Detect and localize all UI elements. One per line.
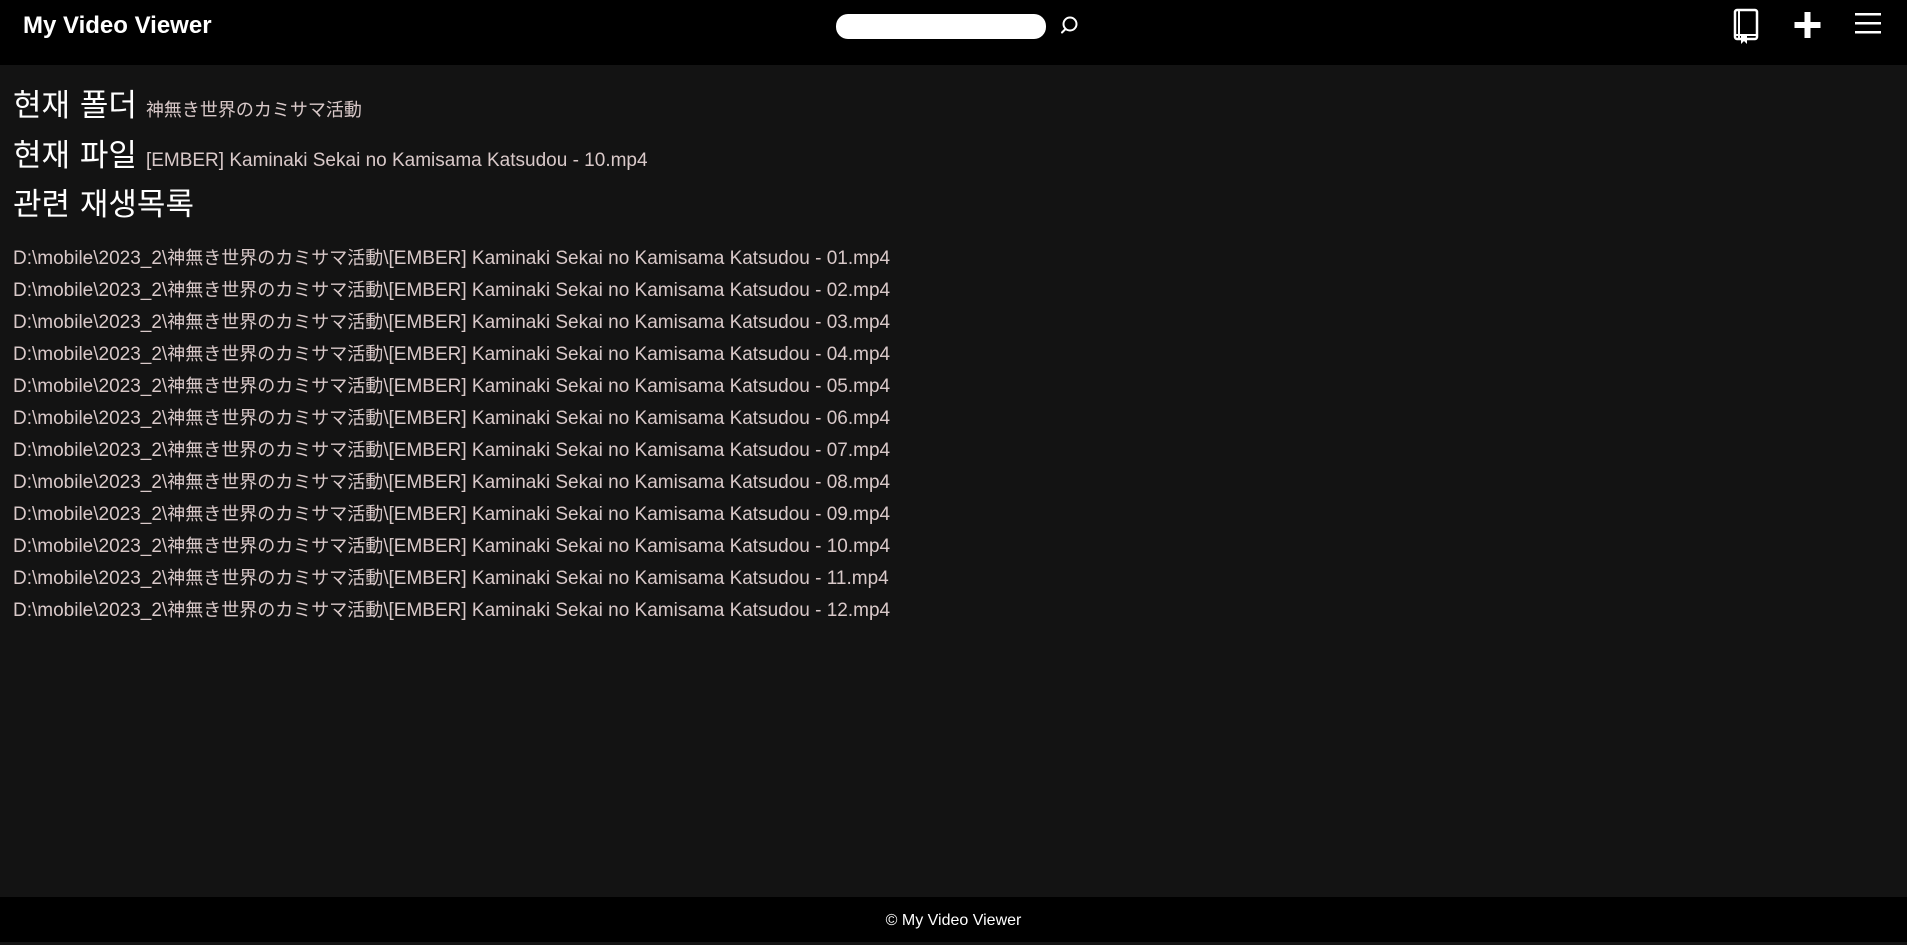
current-file-label: 현재 파일: [13, 138, 137, 174]
brand-link[interactable]: My Video Viewer: [23, 12, 212, 40]
playlist-item-file: \[EMBER] Kaminaki Sekai no Kamisama Kats…: [383, 408, 891, 429]
playlist-item-file: \[EMBER] Kaminaki Sekai no Kamisama Kats…: [383, 440, 891, 461]
playlist-item-folder: 神無き世界のカミサマ活動: [167, 376, 384, 397]
search-input[interactable]: [836, 14, 1046, 39]
main-content: 현재 폴더 神無き世界のカミサマ活動 현재 파일 [EMBER] Kaminak…: [13, 80, 1893, 621]
playlist-item-file: \[EMBER] Kaminaki Sekai no Kamisama Kats…: [383, 600, 891, 621]
plus-icon[interactable]: [1790, 6, 1826, 46]
bookmark-book-icon[interactable]: [1728, 6, 1764, 46]
playlist-item-file: \[EMBER] Kaminaki Sekai no Kamisama Kats…: [383, 376, 891, 397]
playlist-item-prefix: D:\mobile\2023_2\: [13, 504, 168, 525]
playlist-item-prefix: D:\mobile\2023_2\: [13, 568, 168, 589]
playlist-item-prefix: D:\mobile\2023_2\: [13, 376, 168, 397]
footer: © My Video Viewer: [0, 897, 1907, 942]
playlist-item-folder: 神無き世界のカミサマ活動: [167, 440, 384, 461]
playlist-item-prefix: D:\mobile\2023_2\: [13, 600, 168, 621]
playlist-item-file: \[EMBER] Kaminaki Sekai no Kamisama Kats…: [383, 344, 891, 365]
playlist-item[interactable]: D:\mobile\2023_2\神無き世界のカミサマ活動\[EMBER] Ka…: [13, 275, 890, 307]
playlist-item-prefix: D:\mobile\2023_2\: [13, 536, 168, 557]
playlist-item[interactable]: D:\mobile\2023_2\神無き世界のカミサマ活動\[EMBER] Ka…: [13, 307, 890, 339]
playlist-item[interactable]: D:\mobile\2023_2\神無き世界のカミサマ活動\[EMBER] Ka…: [13, 467, 890, 499]
playlist-item-file: \[EMBER] Kaminaki Sekai no Kamisama Kats…: [383, 312, 891, 333]
playlist-item-folder: 神無き世界のカミサマ活動: [167, 472, 384, 493]
playlist-item-file: \[EMBER] Kaminaki Sekai no Kamisama Kats…: [383, 248, 891, 269]
playlist-item[interactable]: D:\mobile\2023_2\神無き世界のカミサマ活動\[EMBER] Ka…: [13, 563, 890, 595]
search-icon[interactable]: [1058, 13, 1084, 39]
playlist-item-folder: 神無き世界のカミサマ活動: [167, 504, 384, 525]
hamburger-menu-icon[interactable]: [1850, 6, 1886, 46]
playlist-item-prefix: D:\mobile\2023_2\: [13, 440, 168, 461]
playlist-item[interactable]: D:\mobile\2023_2\神無き世界のカミサマ活動\[EMBER] Ka…: [13, 435, 890, 467]
playlist-item[interactable]: D:\mobile\2023_2\神無き世界のカミサマ活動\[EMBER] Ka…: [13, 339, 890, 371]
playlist-item-prefix: D:\mobile\2023_2\: [13, 472, 168, 493]
current-file-row: 현재 파일 [EMBER] Kaminaki Sekai no Kamisama…: [13, 130, 1893, 180]
playlist-item[interactable]: D:\mobile\2023_2\神無き世界のカミサマ活動\[EMBER] Ka…: [13, 595, 890, 627]
playlist-item-prefix: D:\mobile\2023_2\: [13, 280, 168, 301]
playlist-item-folder: 神無き世界のカミサマ活動: [167, 408, 384, 429]
related-playlist-heading: 관련 재생목록: [13, 187, 194, 223]
playlist-item-file: \[EMBER] Kaminaki Sekai no Kamisama Kats…: [383, 568, 889, 589]
playlist-item-file: \[EMBER] Kaminaki Sekai no Kamisama Kats…: [383, 280, 891, 301]
playlist-item-folder: 神無き世界のカミサマ活動: [167, 536, 384, 557]
playlist-item[interactable]: D:\mobile\2023_2\神無き世界のカミサマ活動\[EMBER] Ka…: [13, 531, 890, 563]
current-folder-row: 현재 폴더 神無き世界のカミサマ活動: [13, 80, 1893, 130]
playlist-item-prefix: D:\mobile\2023_2\: [13, 408, 168, 429]
current-folder-label: 현재 폴더: [13, 88, 137, 124]
footer-copyright: © My Video Viewer: [885, 912, 1022, 929]
playlist-item-prefix: D:\mobile\2023_2\: [13, 344, 168, 365]
playlist-item-folder: 神無き世界のカミサマ活動: [167, 312, 384, 333]
playlist-item-folder: 神無き世界のカミサマ活動: [167, 568, 384, 589]
playlist-item-folder: 神無き世界のカミサマ活動: [167, 600, 384, 621]
playlist-item-prefix: D:\mobile\2023_2\: [13, 312, 168, 333]
current-file-value: [EMBER] Kaminaki Sekai no Kamisama Katsu…: [145, 150, 648, 171]
playlist-item[interactable]: D:\mobile\2023_2\神無き世界のカミサマ活動\[EMBER] Ka…: [13, 499, 890, 531]
playlist-item-folder: 神無き世界のカミサマ活動: [167, 280, 384, 301]
playlist-item[interactable]: D:\mobile\2023_2\神無き世界のカミサマ活動\[EMBER] Ka…: [13, 243, 890, 275]
playlist-item-folder: 神無き世界のカミサマ活動: [167, 344, 384, 365]
playlist-item-folder: 神無き世界のカミサマ活動: [167, 248, 384, 269]
playlist-item-file: \[EMBER] Kaminaki Sekai no Kamisama Kats…: [383, 472, 891, 493]
current-folder-value: 神無き世界のカミサマ活動: [145, 100, 362, 121]
playlist-item-file: \[EMBER] Kaminaki Sekai no Kamisama Kats…: [383, 536, 891, 557]
related-playlist: D:\mobile\2023_2\神無き世界のカミサマ活動\[EMBER] Ka…: [13, 243, 890, 627]
playlist-item-file: \[EMBER] Kaminaki Sekai no Kamisama Kats…: [383, 504, 891, 525]
playlist-item[interactable]: D:\mobile\2023_2\神無き世界のカミサマ活動\[EMBER] Ka…: [13, 371, 890, 403]
top-navbar: My Video Viewer: [0, 0, 1907, 65]
playlist-item[interactable]: D:\mobile\2023_2\神無き世界のカミサマ活動\[EMBER] Ka…: [13, 403, 890, 435]
playlist-item-prefix: D:\mobile\2023_2\: [13, 248, 168, 269]
